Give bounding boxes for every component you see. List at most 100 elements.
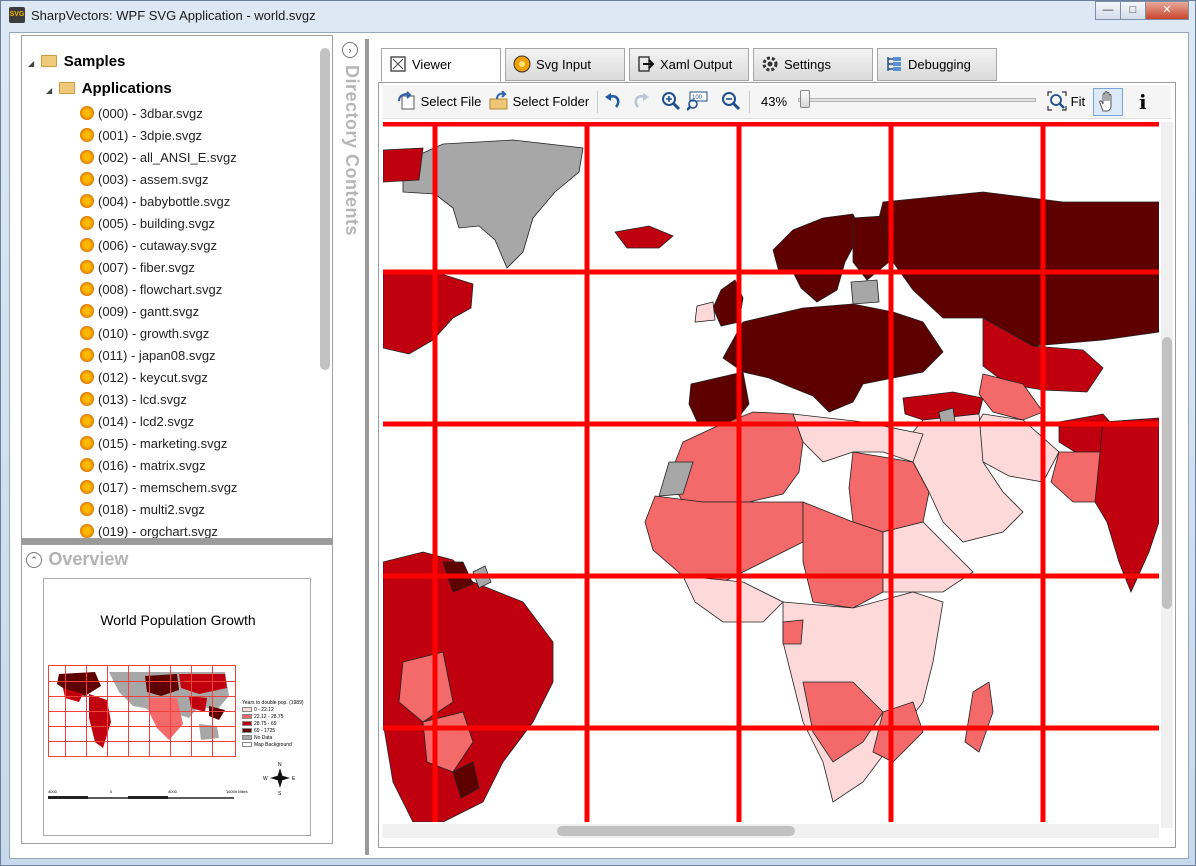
tree-file-item[interactable]: (000) - 3dbar.svgz [80,103,203,125]
tree-file-label: (007) - fiber.svgz [98,260,195,275]
zoom-100-button[interactable]: 100 [686,90,708,114]
vertical-splitter[interactable] [365,39,369,855]
map-vertical-scrollbar[interactable] [1161,122,1173,828]
minimize-button[interactable]: — [1095,1,1121,20]
tree-expand-icon[interactable]: ◢ [28,53,38,75]
tree-file-item[interactable]: (018) - multi2.svgz [80,499,205,521]
redo-button[interactable] [631,90,651,114]
tree-file-item[interactable]: (006) - cutaway.svgz [80,235,217,257]
svg-file-icon [80,502,94,516]
zoom-slider-track[interactable] [798,98,1036,102]
tree-file-item[interactable]: (012) - keycut.svgz [80,367,208,389]
zoom-in-button[interactable] [661,90,681,114]
scale-label-1: 0 [110,789,113,794]
tree-node-samples[interactable]: ◢ Samples [28,51,125,73]
legend-title: Years to double pop. (1989) [242,700,304,706]
fit-label: Fit [1070,94,1086,109]
tree-file-label: (000) - 3dbar.svgz [98,106,203,121]
svg-file-icon [80,150,94,164]
scale-label-3: 16000 Miles [226,789,248,794]
legend-items: 0 - 22.12 22.12 - 28.75 28.75 - 69 69 - 172… [242,707,304,749]
legend-swatch [242,728,252,733]
svg-file-icon [80,194,94,208]
tree-file-label: (015) - marketing.svgz [98,436,228,451]
tree-file-item[interactable]: (014) - lcd2.svgz [80,411,194,433]
overview-thumbnail[interactable]: World Population Growth Years to double … [43,578,311,836]
undo-button[interactable] [603,90,623,114]
zoom-out-icon [721,91,741,111]
svg-file-icon [80,370,94,384]
svg-file-icon [513,53,531,73]
svg-map-canvas[interactable] [383,122,1159,822]
select-folder-button[interactable]: Select Folder [489,90,589,114]
tree-scrollbar-thumb[interactable] [320,48,330,370]
gear-icon [761,53,779,72]
svg-file-icon [80,414,94,428]
svg-file-icon [80,238,94,252]
viewer-icon [389,53,407,72]
zoom-slider-thumb[interactable] [800,90,810,108]
zoom-fit-icon [1047,91,1067,111]
tree-expand-icon[interactable]: ◢ [46,80,56,102]
tree-file-item[interactable]: (003) - assem.svgz [80,169,209,191]
tree-file-item[interactable]: (013) - lcd.svgz [80,389,187,411]
tab-xaml-output[interactable]: Xaml Output [629,48,749,81]
tree-file-item[interactable]: (019) - orgchart.svgz [80,521,218,538]
pan-tool-button[interactable] [1093,88,1123,116]
tab-settings[interactable]: Settings [753,48,873,81]
tree-file-item[interactable]: (004) - babybottle.svgz [80,191,230,213]
tree-file-item[interactable]: (002) - all_ANSI_E.svgz [80,147,237,169]
hscroll-thumb[interactable] [557,826,795,836]
tree-file-item[interactable]: (009) - gantt.svgz [80,301,199,323]
tab-svg-input[interactable]: Svg Input [505,48,625,81]
tree-file-item[interactable]: (016) - matrix.svgz [80,455,206,477]
svg-file-icon [80,392,94,406]
viewer-toolbar: Select File Select Folder 100 43% Fit i [383,85,1171,119]
tree-file-label: (001) - 3dpie.svgz [98,128,203,143]
tab-debugging[interactable]: Debugging [877,48,997,81]
scale-label-2: 4000 [168,789,178,794]
directory-contents-strip[interactable]: › Directory Contents [340,35,362,847]
tab-viewer[interactable]: Viewer [381,48,501,82]
tree-file-label: (002) - all_ANSI_E.svgz [98,150,237,165]
tree-file-item[interactable]: (001) - 3dpie.svgz [80,125,202,147]
tree-file-item[interactable]: (017) - memschem.svgz [80,477,237,499]
tree-file-label: (018) - multi2.svgz [98,502,205,517]
tree-file-item[interactable]: (007) - fiber.svgz [80,257,195,279]
tab-label: Viewer [412,57,452,72]
collapse-icon[interactable]: ⌃ [26,552,42,568]
hand-icon [1099,91,1112,112]
tree-file-item[interactable]: (015) - marketing.svgz [80,433,227,455]
viewer-panel: Select File Select Folder 100 43% Fit i [378,82,1176,848]
compass-e: E [292,776,296,782]
expand-panel-icon[interactable]: › [342,42,358,58]
world-map [383,122,1159,822]
legend-swatch [242,714,252,719]
svg-file-icon [80,128,94,142]
tree-file-item[interactable]: (011) - japan08.svgz [80,345,216,367]
tree-file-item[interactable]: (008) - flowchart.svgz [80,279,222,301]
tab-label: Debugging [908,57,971,72]
compass-n: N [278,762,282,768]
map-horizontal-scrollbar[interactable] [383,824,1159,838]
close-button[interactable]: ✕ [1145,1,1189,20]
export-icon [637,53,655,72]
zoom-out-button[interactable] [721,90,741,114]
select-file-button[interactable]: Select File [397,90,481,114]
legend-swatch [242,735,252,740]
info-button[interactable]: i [1139,90,1147,114]
directory-tree[interactable]: ◢ Samples ◢ Applications (000) - 3dbar.s… [21,35,333,539]
maximize-button[interactable]: □ [1120,1,1146,20]
legend-label: 22.12 - 28.75 [254,714,284,720]
tab-label: Svg Input [536,57,591,72]
legend-item: Map Background [242,742,304,749]
svg-file-icon [80,436,94,450]
zoom-fit-button[interactable]: Fit [1047,90,1085,114]
tree-file-item[interactable]: (010) - growth.svgz [80,323,209,345]
vscroll-thumb[interactable] [1162,337,1172,609]
legend-swatch [242,721,252,726]
client-area: ◢ Samples ◢ Applications (000) - 3dbar.s… [9,32,1189,859]
legend-label: Map Background [254,742,292,748]
tree-file-item[interactable]: (005) - building.svgz [80,213,215,235]
tree-node-applications[interactable]: ◢ Applications [46,78,172,100]
